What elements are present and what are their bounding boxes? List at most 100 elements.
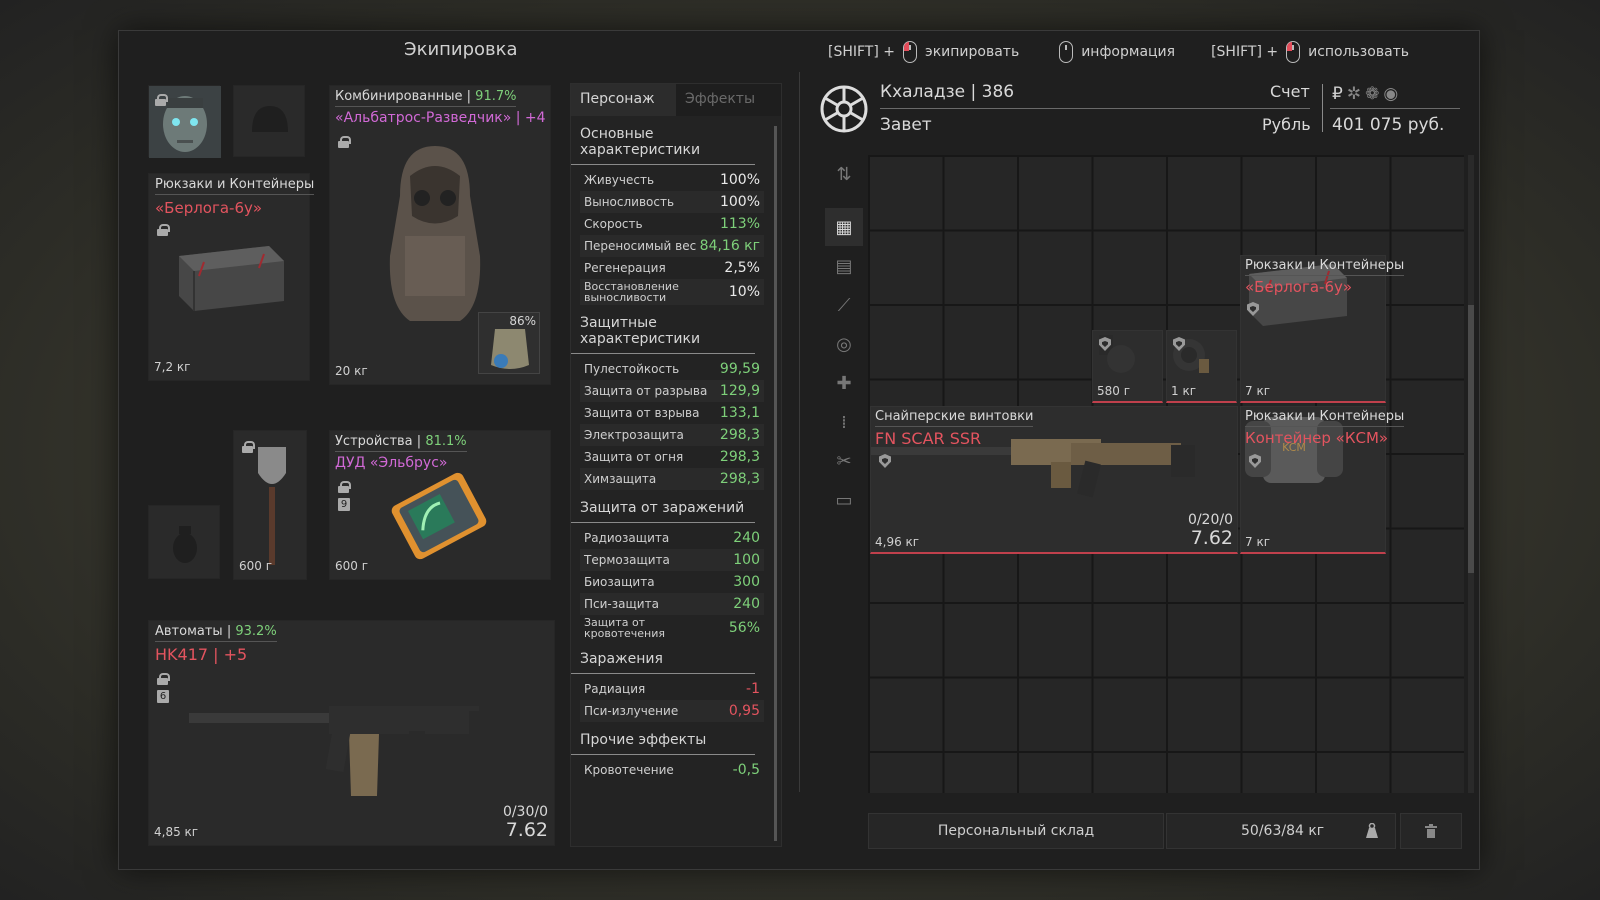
stat-row: Пси-излучение 0,95 [580,700,764,722]
armor-plate-slot[interactable]: 86% [478,312,540,374]
inventory-item[interactable]: Рюкзаки и Контейнеры Контейнер «КСМ» KCM… [1240,406,1405,554]
faction-emblem-icon [820,85,868,133]
stat-value: 84,16 кг [699,238,760,254]
lock-icon [338,481,351,493]
armor-durability: 91.7% [475,89,517,104]
stat-label: Скорость [584,217,643,231]
melee-slot[interactable]: 600 г [233,430,307,580]
armor-suit-icon [389,146,481,321]
item-category: Снайперские винтовки [875,409,1034,427]
shield-icon [1247,302,1259,316]
backpack-name: «Берлога-6у» [155,199,263,217]
sort-icon[interactable]: ⇅ [825,155,863,193]
item-ammo: 0/20/0 7.62 [1188,512,1233,549]
tab-effects[interactable]: Эффекты [676,84,781,116]
player-faction: Завет [880,115,932,135]
divider-line [880,108,1310,109]
lock-icon [155,94,168,106]
hint-prefix: [SHIFT] + [828,44,896,60]
rifle-name: HK417 | +5 [155,645,248,664]
stats-section: Живучесть 100% Выносливость 100% Скорость 113… [571,169,781,305]
primary-weapon-slot[interactable]: Автоматы | 93.2% HK417 | +5 6 0/30/0 7.6… [148,620,555,846]
armor-filter-icon[interactable]: ▤ [825,247,863,285]
storage-button[interactable]: Персональный склад [868,813,1164,849]
stat-row: Регенерация 2,5% [580,257,764,279]
armor-plate-icon [491,329,529,369]
ruble-icon[interactable]: ₽ [1332,84,1343,104]
tools-filter-icon[interactable]: ✂ [825,442,863,480]
lock-icon [338,136,351,148]
hint-info: информация [1059,41,1175,63]
devices-durability: 81.1% [425,434,467,449]
assault-rifle-icon [189,689,509,796]
stat-value: 2,5% [724,260,760,276]
rifle-category-label: Автоматы [155,624,223,639]
separator: | [416,434,422,449]
cog-coin-icon[interactable]: ❁ [1365,84,1379,104]
stat-sections: Основные характеристики Живучесть 100% Выно… [571,116,781,781]
stats-section-title: Защитные характеристики [571,305,755,354]
stat-row: Скорость 113% [580,213,764,235]
tab-character[interactable]: Персонаж [571,84,676,116]
hint-label: информация [1081,44,1176,60]
stat-row: Термозащита 100 [580,549,764,571]
inventory-item[interactable]: 1 кг [1166,330,1237,403]
stat-value: 10% [728,284,760,300]
shield-icon [879,454,891,468]
all-items-icon[interactable]: ▦ [825,208,863,246]
devices-weight: 600 г [335,559,369,573]
stat-label: Регенерация [584,261,666,275]
stat-label: Химзащита [584,472,657,486]
token-coin-icon[interactable]: ◉ [1383,84,1398,104]
hint-label: использовать [1308,44,1410,60]
divider [1322,84,1323,132]
face-slot[interactable] [148,85,221,158]
stat-value: 298,3 [719,471,760,487]
ammo-filter-icon[interactable]: ⁞ [825,403,863,441]
item-weight: 7 кг [1245,384,1271,398]
capacity-text: 50/63/84 кг [1241,823,1325,839]
misc-filter-icon[interactable]: ▭ [825,481,863,519]
lock-icon [157,673,170,685]
stat-label: Переносимый вес [584,239,697,253]
divider-line [1330,108,1460,109]
trash-button[interactable] [1400,813,1462,849]
stat-row: Защита от кровотечения 56% [580,615,764,641]
grenade-slot[interactable] [148,505,220,579]
stat-label: Кровотечение [584,763,674,777]
inventory-item[interactable]: Рюкзаки и Контейнеры «Берлога-6у» 7 кг [1240,255,1405,403]
scrollbar-thumb[interactable] [1468,305,1474,573]
divider [799,72,800,792]
ammo-count: 0/30/0 [502,803,548,820]
stat-label: Защита от взрыва [584,406,700,420]
stat-row: Биозащита 300 [580,571,764,593]
stat-value: 240 [733,530,760,546]
gear-coin-icon[interactable]: ✲ [1347,84,1361,104]
stat-label: Биозащита [584,575,655,589]
mouse-left-icon [903,41,918,63]
currency-icons: ₽ ✲ ❁ ◉ [1332,84,1398,104]
helmet-slot[interactable] [233,85,305,157]
backpack-slot[interactable]: Рюкзаки и Контейнеры «Берлога-6у» 7,2 кг [148,173,315,381]
item-category: Рюкзаки и Контейнеры [1245,409,1405,427]
inventory-item[interactable]: 580 г [1092,330,1163,403]
medkit-filter-icon[interactable]: ✚ [825,364,863,402]
weapon-filter-icon[interactable]: ⟋ [825,286,863,324]
inventory-item[interactable]: Снайперские винтовки FN SCAR SSR 0/20/0 … [870,406,1238,554]
item-weight: 4,96 кг [875,535,920,549]
player-level: 386 [981,82,1015,102]
shield-icon [1173,337,1185,351]
stats-scrollbar[interactable] [774,126,777,841]
armor-weight: 20 кг [335,364,368,378]
stats-section: Кровотечение -0,5 [571,759,781,781]
stats-tabs: Персонаж Эффекты [571,84,781,116]
stat-row: Кровотечение -0,5 [580,759,764,781]
inventory-grid[interactable]: 580 г 1 кг Рюкзаки и Контейнеры «Берлога… [868,155,1464,793]
stat-value: 100% [719,194,760,210]
armor-slot[interactable]: Комбинированные | 91.7% «Альбатрос-Разве… [329,85,551,385]
devices-slot[interactable]: Устройства | 81.1% ДУД «Эльбрус» 9 600 г [329,430,551,580]
stats-section-title: Защита от заражений [571,490,755,523]
artifact-filter-icon[interactable]: ◎ [825,325,863,363]
inventory-scrollbar[interactable] [1468,155,1474,793]
rifle-category: Автоматы | 93.2% [155,624,277,642]
